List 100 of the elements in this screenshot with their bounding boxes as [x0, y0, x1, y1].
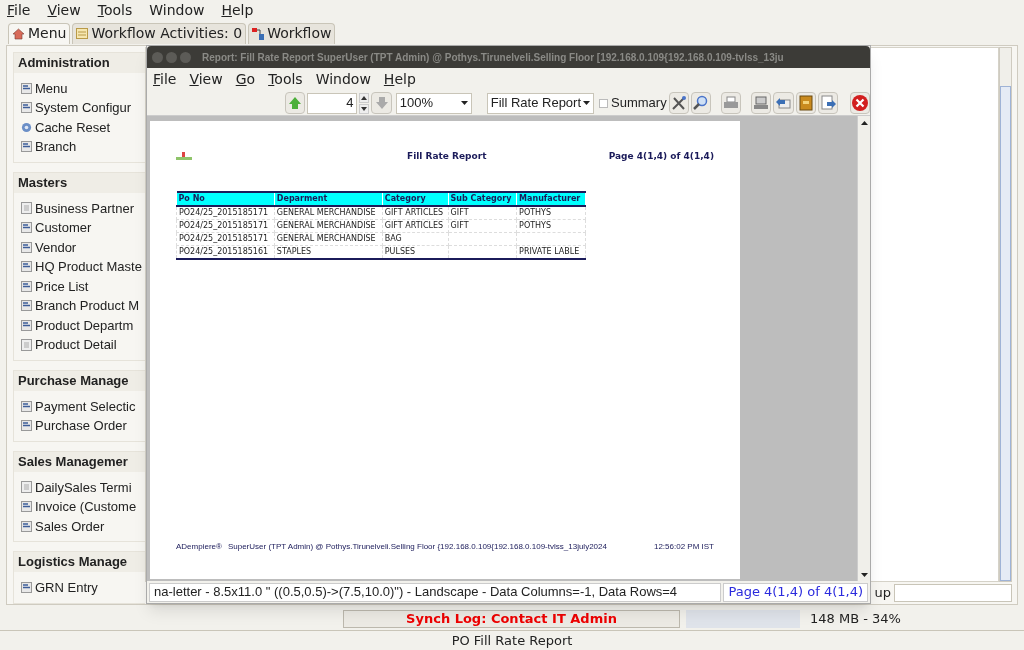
report-dropdown[interactable]: Fill Rate Report	[486, 92, 595, 114]
section-title: Masters	[14, 172, 145, 193]
status-page: Page 4(1,4) of 4(1,4)	[723, 582, 868, 602]
menu-item[interactable]: File	[7, 0, 31, 21]
close-icon[interactable]	[849, 92, 871, 114]
logo-icon	[176, 152, 192, 162]
table-cell: PO24/25_2015185171	[176, 219, 275, 232]
menu-entry[interactable]: GRN Entry	[21, 578, 98, 598]
computer-icon[interactable]	[750, 92, 772, 114]
flow-icon	[252, 27, 265, 40]
search-icon[interactable]	[691, 92, 712, 114]
menu-entry[interactable]: Branch	[21, 137, 77, 157]
table-cell: PO24/25_2015185171	[176, 232, 275, 245]
menu-item[interactable]: View	[47, 0, 81, 21]
menu-entry[interactable]: Invoice (Custome	[21, 497, 137, 517]
menu-entry[interactable]: Price List	[21, 276, 89, 297]
status-text: na-letter - 8.5x11.0 " ((0.5,0.5)->(7.5,10.0)") - Landscape - Data Columns=-1, Data Rows=4	[149, 582, 722, 602]
tab[interactable]: Workflow	[248, 22, 336, 44]
table-cell: PRIVATE LABLE	[516, 245, 586, 259]
scrollbar[interactable]	[999, 46, 1012, 582]
field-label: up	[874, 584, 891, 602]
menu-item[interactable]: Tools	[268, 69, 303, 90]
window-icon	[21, 83, 32, 94]
input-field[interactable]	[894, 583, 1012, 602]
column-header: Manufacturer	[516, 191, 586, 206]
column-header: Po No	[176, 191, 275, 206]
menu-entry[interactable]: Branch Product M	[21, 296, 140, 316]
table-cell: POTHYS	[516, 219, 586, 232]
table-cell: GIFT	[448, 205, 517, 219]
table-cell: GENERAL MERCHANDISE	[274, 205, 383, 219]
menu-entry[interactable]: DailySales Termi	[21, 477, 132, 498]
table-cell: GENERAL MERCHANDISE	[274, 219, 383, 232]
menu-entry[interactable]: Purchase Order	[21, 416, 127, 436]
menu-item[interactable]: Window	[149, 0, 205, 21]
menu-item[interactable]: Go	[235, 69, 256, 90]
table-cell: BAG	[382, 232, 449, 245]
send-icon[interactable]	[773, 92, 794, 114]
zoom-dropdown[interactable]: 100%	[395, 92, 472, 114]
window-icon	[21, 582, 32, 594]
menu-entry[interactable]: Product Detail	[21, 335, 117, 355]
menu-entry[interactable]: Product Departm	[21, 315, 134, 336]
table-cell: PO24/25_2015185171	[176, 205, 275, 219]
window-title: Report: Fill Rate Report SuperUser (TPT Admin) @ Pothys.Tirunelveli.Selling Floor [192.168.0.109{192.168.0.109-tvlss_13ju	[202, 50, 784, 65]
document-icon	[21, 202, 32, 215]
caret-icon	[583, 101, 591, 105]
table-cell: GIFT ARTICLES	[382, 205, 449, 219]
page-spinner[interactable]: 4	[307, 92, 358, 114]
window-icon	[21, 242, 32, 253]
column-header: Sub Category	[448, 191, 517, 206]
printer-icon[interactable]	[720, 92, 742, 114]
footer-user: SuperUser (TPT Admin) @ Pothys.Tirunelveli.Selling Floor {192.168.0.109{192.168.0.109-tvlss_13july2024	[227, 541, 608, 553]
section-title: Administration	[14, 52, 145, 73]
window-icon	[21, 102, 32, 114]
tools-icon[interactable]	[668, 92, 690, 114]
caret-icon	[460, 101, 468, 105]
scrollbar[interactable]	[857, 116, 870, 581]
menu-entry[interactable]: Vendor	[21, 237, 77, 258]
spin-up-icon[interactable]	[359, 92, 370, 103]
archive-icon[interactable]	[795, 92, 816, 114]
menu-entry[interactable]: HQ Product Maste	[21, 257, 142, 277]
menu-item[interactable]: File	[153, 69, 177, 90]
table-cell: POTHYS	[516, 205, 586, 219]
memory-usage: 148 MB - 34%	[810, 609, 901, 628]
menu-item[interactable]: Help	[221, 0, 254, 21]
menu-entry[interactable]: Menu	[21, 78, 68, 99]
page-info: Page 4(1,4) of 4(1,4)	[608, 150, 714, 163]
menu-item[interactable]: View	[189, 69, 223, 90]
table-cell	[516, 232, 586, 245]
menu-entry[interactable]: System Configur	[21, 98, 132, 118]
window-icon	[21, 401, 32, 412]
window-icon	[21, 281, 32, 292]
window-icon	[21, 320, 32, 331]
section-title: Purchase Manage	[14, 370, 145, 391]
column-header: Deparment	[274, 191, 383, 206]
report-title: Fill Rate Report	[407, 150, 487, 163]
synch-log: Synch Log: Contact IT Admin	[343, 609, 680, 628]
list-icon	[76, 28, 89, 40]
menu-item[interactable]: Window	[315, 69, 371, 90]
tab[interactable]: Menu	[8, 22, 71, 44]
menu-entry[interactable]: Payment Selectic	[21, 396, 136, 417]
gear-icon	[21, 122, 32, 133]
menu-item[interactable]: Tools	[97, 0, 133, 21]
window-icon	[21, 300, 32, 312]
table-cell: GIFT	[448, 219, 517, 232]
menu-entry[interactable]: Sales Order	[21, 516, 105, 537]
tab[interactable]: Workflow Activities: 0	[72, 22, 247, 44]
status-bar: PO Fill Rate Report	[0, 629, 1024, 650]
window-icon	[21, 501, 32, 513]
table-cell: PULSES	[382, 245, 449, 259]
menu-entry[interactable]: Customer	[21, 218, 92, 238]
document-icon	[21, 339, 32, 351]
section-title: Sales Managemer	[14, 451, 145, 472]
window-icon	[21, 141, 32, 153]
export-icon[interactable]	[817, 92, 839, 114]
summary-checkbox[interactable]: Summary	[599, 93, 667, 113]
spin-down-icon[interactable]	[359, 103, 370, 114]
menu-entry[interactable]: Business Partner	[21, 198, 134, 219]
house-icon	[12, 27, 25, 40]
menu-item[interactable]: Help	[383, 69, 416, 90]
menu-entry[interactable]: Cache Reset	[21, 117, 111, 138]
